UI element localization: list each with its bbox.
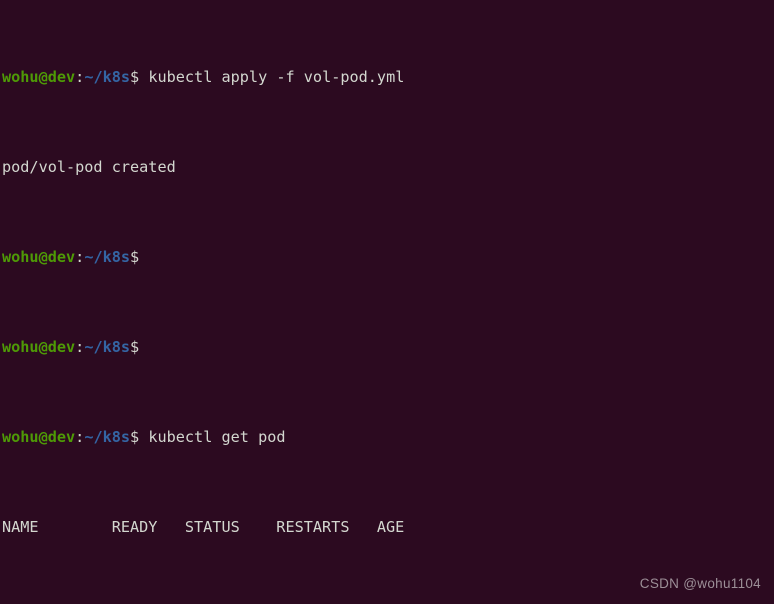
prompt-sigil: $ [130, 428, 140, 446]
pods-table-header-text: NAME READY STATUS RESTARTS AGE [2, 518, 405, 536]
prompt-user-host: wohu@dev [2, 248, 76, 266]
prompt-path: ~/k8s [84, 248, 131, 266]
command-spacer [139, 428, 148, 446]
prompt-user-host: wohu@dev [2, 428, 76, 446]
terminal-line: wohu@dev:~/k8s$ kubectl apply -f vol-pod… [2, 68, 774, 86]
terminal-line: wohu@dev:~/k8s$ [2, 338, 774, 356]
terminal-line: wohu@dev:~/k8s$ [2, 248, 774, 266]
prompt-colon: : [75, 248, 85, 266]
prompt-colon: : [75, 338, 85, 356]
command-spacer [139, 68, 148, 86]
prompt-colon: : [75, 428, 85, 446]
pods-table-header: NAME READY STATUS RESTARTS AGE [2, 518, 774, 536]
terminal-screen: wohu@dev:~/k8s$ kubectl apply -f vol-pod… [2, 0, 774, 604]
prompt-sigil: $ [130, 338, 140, 356]
prompt-sigil: $ [130, 68, 140, 86]
command-apply: kubectl apply -f vol-pod.yml [148, 68, 405, 86]
csdn-watermark: CSDN @wohu1104 [639, 576, 761, 591]
terminal-window[interactable]: wohu@dev:~/k8s$ kubectl apply -f vol-pod… [0, 0, 774, 604]
terminal-line: wohu@dev:~/k8s$ kubectl get pod [2, 428, 774, 446]
terminal-line: pod/vol-pod created [2, 158, 774, 176]
prompt-sigil: $ [130, 248, 140, 266]
prompt-colon: : [75, 68, 85, 86]
prompt-path: ~/k8s [84, 68, 131, 86]
prompt-path: ~/k8s [84, 428, 131, 446]
output-apply-result: pod/vol-pod created [2, 158, 176, 176]
command-get-pod: kubectl get pod [148, 428, 286, 446]
prompt-path: ~/k8s [84, 338, 131, 356]
prompt-user-host: wohu@dev [2, 68, 76, 86]
prompt-user-host: wohu@dev [2, 338, 76, 356]
